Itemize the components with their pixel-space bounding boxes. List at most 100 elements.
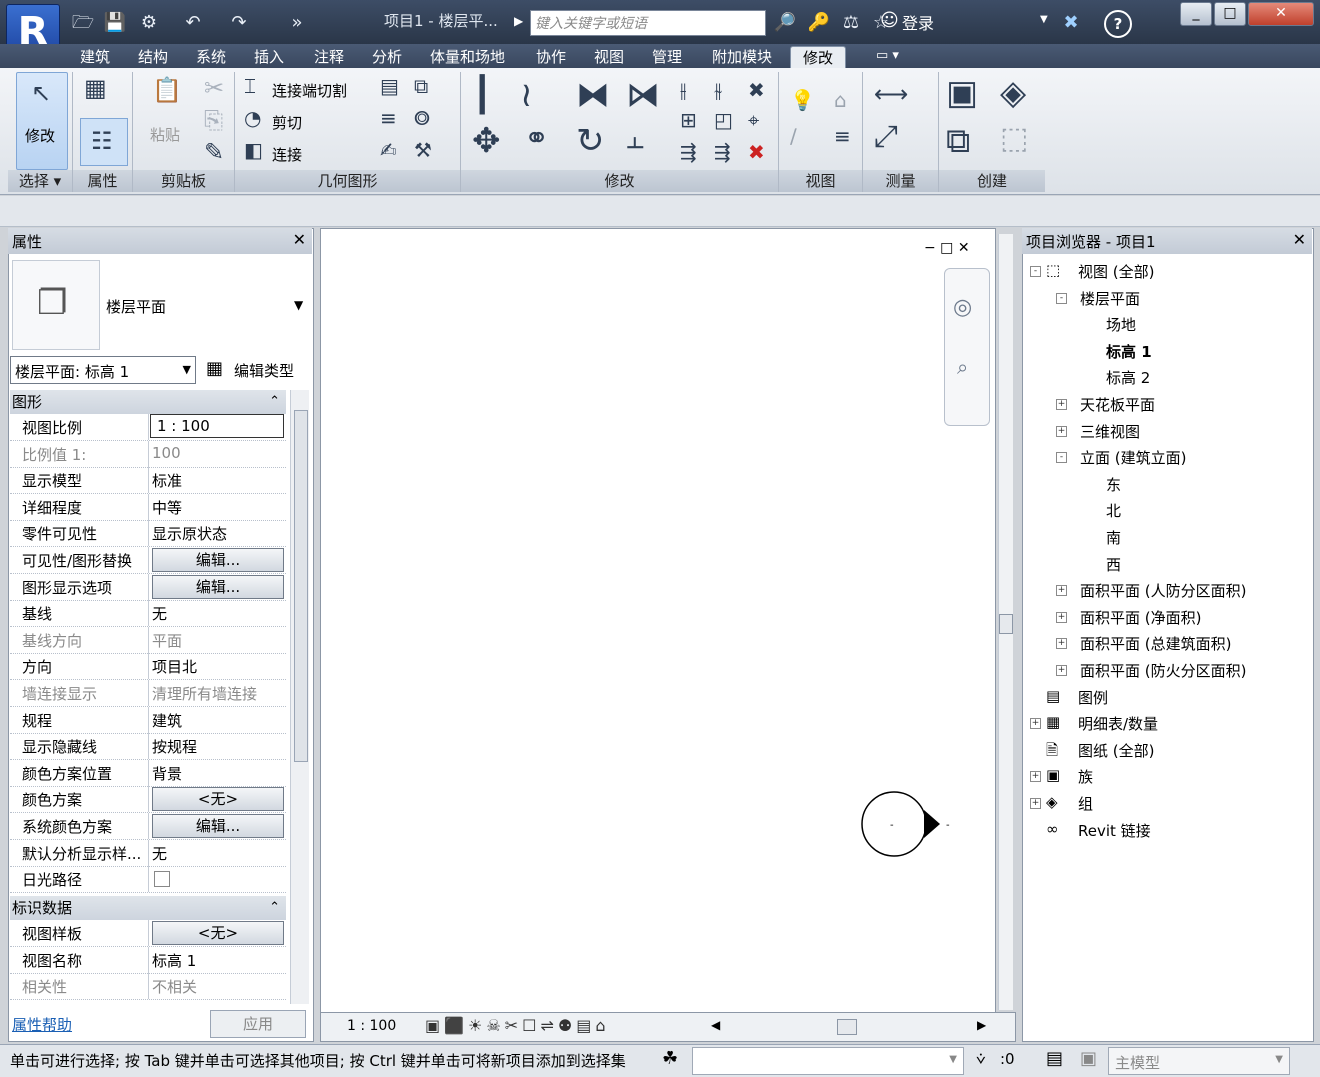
property-row[interactable]: 基线 无: [10, 600, 286, 628]
browser-tree-item[interactable]: 东: [1106, 474, 1121, 495]
sync-icon[interactable]: ⚙: [136, 10, 162, 36]
property-row[interactable]: 图形显示选项 编辑...: [10, 573, 286, 601]
tab-systems[interactable]: 系统: [196, 46, 226, 68]
horizontal-scroll-thumb[interactable]: [837, 1019, 857, 1035]
tab-structure[interactable]: 结构: [138, 46, 168, 68]
panel-select-label[interactable]: 选择 ▾: [8, 170, 72, 192]
property-row[interactable]: 详细程度 中等: [10, 493, 286, 521]
match-type-icon[interactable]: ✎: [204, 140, 224, 164]
close-icon[interactable]: ✕: [1293, 230, 1306, 249]
property-row[interactable]: 可见性/图形替换 编辑...: [10, 547, 286, 574]
property-row[interactable]: 日光路径: [10, 866, 286, 894]
view-control-icons[interactable]: ▣⬛☀☠✂☐⇌⚉▤⌂: [425, 1016, 610, 1035]
expand-icon[interactable]: +: [1056, 585, 1067, 597]
design-options-icon[interactable]: ▤: [1046, 1048, 1063, 1069]
elevation-marker[interactable]: - -: [852, 786, 962, 866]
array-icon[interactable]: ⊞: [680, 110, 697, 130]
hammer-icon[interactable]: ⚒: [414, 140, 432, 160]
browser-tree-item[interactable]: 标高 1: [1106, 341, 1152, 362]
copy-icon[interactable]: ⎘: [204, 108, 223, 132]
properties-toggle-button[interactable]: ☷: [80, 118, 128, 166]
browser-tree-item[interactable]: 南: [1106, 527, 1121, 548]
search-input[interactable]: 键入关键字或短语: [530, 10, 766, 36]
canvas-vertical-scrollbar[interactable]: [998, 234, 1013, 1010]
align-icon[interactable]: ┃: [472, 78, 492, 112]
view-window-controls[interactable]: − □ ✕: [924, 240, 970, 256]
paint-split-icon[interactable]: ⭗: [414, 108, 430, 128]
property-row[interactable]: 相关性 不相关: [10, 973, 286, 1001]
paint-icon[interactable]: ✍: [380, 140, 397, 160]
modify-button[interactable]: ↖ 修改: [16, 72, 68, 170]
scissors-icon[interactable]: ✂: [204, 76, 224, 100]
properties-help-link[interactable]: 属性帮助: [12, 1014, 72, 1035]
property-edit-button[interactable]: <无>: [152, 787, 284, 812]
property-row[interactable]: 基线方向 平面: [10, 626, 286, 654]
scroll-right-icon[interactable]: ▶: [977, 1018, 986, 1032]
browser-tree-item[interactable]: 面积平面 (防火分区面积): [1080, 660, 1246, 681]
binoculars-icon[interactable]: 🔎: [772, 10, 798, 36]
communication-icon[interactable]: ⚖: [838, 10, 864, 36]
split-face-icon[interactable]: ▤: [380, 76, 399, 96]
mirror-draw-axis-icon[interactable]: ⧒: [626, 78, 660, 112]
scrollbar-thumb[interactable]: [999, 614, 1013, 634]
linework-icon[interactable]: ∕: [790, 126, 797, 146]
hide-bulb-icon[interactable]: 💡: [790, 90, 815, 110]
override-icon[interactable]: ⌂: [834, 90, 847, 110]
create-similar-icon[interactable]: ⬚: [1000, 124, 1028, 154]
property-edit-button[interactable]: 编辑...: [152, 574, 284, 599]
browser-tree-item[interactable]: 明细表/数量: [1078, 713, 1158, 734]
minimize-button[interactable]: _: [1180, 2, 1212, 26]
redo-icon[interactable]: ↷: [226, 10, 252, 36]
tab-architecture[interactable]: 建筑: [80, 46, 110, 68]
tab-insert[interactable]: 插入: [254, 46, 284, 68]
move-icon[interactable]: ✥: [472, 124, 501, 158]
expand-icon[interactable]: +: [1056, 399, 1067, 410]
browser-tree-item[interactable]: 西: [1106, 554, 1121, 575]
instance-filter-select[interactable]: 楼层平面: 标高 1 ▼: [10, 356, 196, 384]
scale-icon[interactable]: ◰: [714, 110, 733, 130]
expand-icon[interactable]: +: [1030, 798, 1041, 809]
tab-collaborate[interactable]: 协作: [536, 46, 566, 68]
expand-icon[interactable]: +: [1056, 665, 1067, 676]
measure-icon[interactable]: ⤢: [874, 122, 898, 152]
unpin-icon[interactable]: ✖: [748, 80, 765, 100]
steering-wheel-icon[interactable]: ◎: [953, 295, 972, 320]
close-icon[interactable]: ✕: [293, 230, 306, 249]
join-cut-button[interactable]: 连接端切割: [272, 80, 347, 101]
exchange-icon[interactable]: ✖: [1058, 10, 1084, 36]
property-row[interactable]: 规程 建筑: [10, 706, 286, 734]
chevron-down-icon[interactable]: ▼: [1040, 14, 1048, 25]
aligned-dimension-icon[interactable]: ⟷: [874, 82, 908, 106]
tab-annotate[interactable]: 注释: [314, 46, 344, 68]
property-row[interactable]: 显示模型 标准: [10, 467, 286, 495]
property-row[interactable]: 颜色方案位置 背景: [10, 759, 286, 787]
open-icon[interactable]: 🗁: [70, 10, 96, 36]
type-selector-dropdown[interactable]: ▼: [294, 298, 303, 312]
browser-tree-item[interactable]: 图例: [1078, 687, 1108, 708]
offset-icon[interactable]: ≀: [520, 78, 533, 112]
close-button[interactable]: ✕: [1248, 2, 1314, 26]
tab-modify[interactable]: 修改: [790, 46, 847, 69]
browser-tree-item[interactable]: 组: [1078, 793, 1093, 814]
subscription-icon[interactable]: 🔑: [806, 10, 832, 36]
expand-icon[interactable]: +: [1056, 611, 1067, 623]
paste-button[interactable]: 粘贴: [150, 124, 180, 145]
browser-tree-item[interactable]: 天花板平面: [1080, 394, 1155, 415]
workset-select[interactable]: ▼: [692, 1047, 964, 1075]
search-expand-icon[interactable]: ▶: [514, 14, 523, 28]
maximize-button[interactable]: □: [1214, 2, 1246, 26]
property-edit-button[interactable]: 编辑...: [152, 814, 284, 838]
cut-geometry-button[interactable]: 剪切: [272, 112, 302, 133]
property-row[interactable]: 视图比例 1 : 100: [10, 414, 286, 441]
browser-tree-item[interactable]: 面积平面 (人防分区面积): [1080, 580, 1246, 601]
rotate-icon[interactable]: ↻: [576, 124, 605, 158]
pin-icon[interactable]: ⌖: [748, 110, 759, 130]
browser-tree-item[interactable]: 场地: [1106, 314, 1136, 335]
zoom-icon[interactable]: ⌕: [957, 355, 968, 379]
undo-icon[interactable]: ↶: [180, 10, 206, 36]
login-button[interactable]: 登录: [902, 10, 934, 34]
edit-type-button[interactable]: ▦ 编辑类型: [206, 356, 304, 384]
property-row[interactable]: 零件可见性 显示原状态: [10, 520, 286, 548]
trim-icon[interactable]: ⇶: [680, 142, 697, 162]
browser-tree-item[interactable]: 族: [1078, 766, 1093, 787]
